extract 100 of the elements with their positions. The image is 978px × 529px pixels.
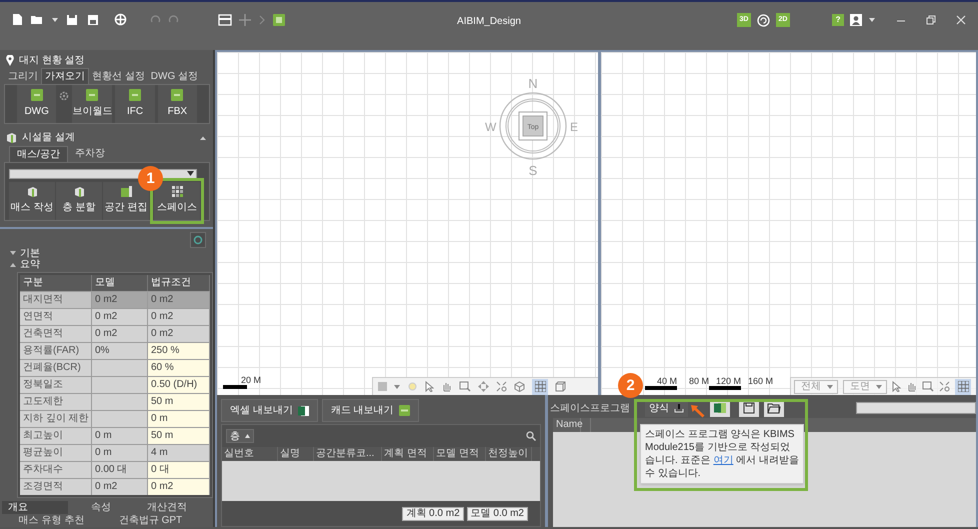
table-cell[interactable]: 0 m2	[148, 479, 210, 496]
select-icon[interactable]	[425, 381, 434, 392]
table-cell: 주차대수	[20, 462, 92, 478]
table-cell: 지하 깊이 제한	[20, 411, 92, 428]
tab[interactable]: 개요	[2, 501, 68, 514]
floor-filter[interactable]: 층	[226, 429, 254, 443]
select-icon[interactable]	[892, 381, 901, 392]
grid-icon[interactable]	[534, 381, 546, 392]
collapse-icon[interactable]	[199, 134, 207, 141]
download-link[interactable]: 여기	[713, 455, 734, 466]
table-cell[interactable]: 50 m	[148, 394, 210, 410]
location-pin-icon	[6, 54, 14, 66]
layout-icon[interactable]	[218, 14, 232, 26]
box-icon[interactable]	[555, 381, 566, 392]
scale-bar	[709, 386, 741, 390]
collapse-icon[interactable]	[10, 262, 16, 268]
tab[interactable]: 현황선 설정	[89, 68, 148, 84]
tab[interactable]: DWG 설정	[148, 68, 201, 84]
download-icon	[674, 403, 684, 413]
design-button[interactable]: 매스 작성	[9, 182, 55, 220]
scale-label: 20 M	[241, 376, 262, 385]
expand-icon[interactable]	[10, 251, 16, 256]
table-cell[interactable]: 0 대	[148, 462, 210, 478]
table-cell[interactable]: 250 %	[148, 343, 210, 360]
refresh-icon	[193, 235, 203, 246]
section-title: 시설물 설계	[22, 131, 76, 146]
open-folder-icon[interactable]	[30, 14, 44, 26]
table-cell: 0 m2	[92, 292, 148, 308]
table-cell: 0 m	[92, 428, 148, 444]
import-button[interactable]: IFC	[115, 85, 155, 124]
tab[interactable]: 건축법규 GPT	[101, 514, 200, 528]
caret-icon[interactable]	[51, 16, 59, 24]
zoom-extents-icon[interactable]	[939, 381, 950, 392]
tab[interactable]: 가져오기	[41, 68, 89, 84]
gear-icon[interactable]	[59, 91, 70, 102]
tab[interactable]: 속성	[68, 501, 134, 514]
cube-icon[interactable]	[514, 381, 525, 392]
tab[interactable]: 그리기	[5, 68, 41, 84]
tab[interactable]: 매스 유형 추천	[2, 514, 101, 528]
caret-icon	[876, 384, 882, 388]
table-cell: 최고높이	[20, 428, 92, 444]
table-cell: 4 m	[148, 445, 210, 462]
table-cell[interactable]: 0 m	[148, 411, 210, 428]
design-button[interactable]: 층 분할	[56, 182, 102, 220]
grid-icon[interactable]	[958, 381, 968, 392]
grid-settings-icon[interactable]	[114, 13, 127, 26]
import-button[interactable]: DWG	[17, 85, 56, 124]
import-button[interactable]: 브이월드	[72, 85, 112, 124]
table-cell: 0.00 대	[92, 462, 148, 478]
export-button[interactable]: 캐드 내보내기	[322, 399, 419, 422]
table-cell: 정북일조	[20, 377, 92, 394]
table-cell: 평균높이	[20, 445, 92, 462]
spreadsheet-icon	[298, 406, 309, 416]
search-icon[interactable]	[526, 431, 536, 441]
tab[interactable]: 매스/공간	[9, 146, 68, 162]
table-cell: 건폐율(BCR)	[20, 360, 92, 376]
zoom-window-icon[interactable]	[922, 381, 934, 392]
scale-label: 120 M	[716, 377, 741, 386]
move-icon[interactable]	[239, 14, 251, 26]
tab[interactable]: 주차장	[68, 146, 112, 162]
rotate-icon[interactable]	[757, 14, 770, 26]
group-label[interactable]: 기본	[20, 248, 40, 260]
ai-tool-icon[interactable]	[273, 14, 285, 26]
zoom-window-icon[interactable]	[459, 381, 471, 392]
design-button[interactable]: 스페이스	[154, 182, 200, 220]
table-cell: 용적률(FAR)	[20, 343, 92, 360]
area-total: 모델 0.0 m2	[466, 506, 528, 520]
search-field[interactable]	[856, 402, 976, 414]
folder-icon	[767, 402, 781, 414]
table-cell: 연면적	[20, 309, 92, 326]
refresh-button[interactable]	[190, 232, 206, 248]
restore-icon[interactable]	[926, 15, 936, 25]
design-button[interactable]: 공간 편집	[103, 182, 149, 220]
zoom-extents-icon[interactable]	[496, 381, 507, 392]
save-icon[interactable]	[66, 14, 78, 26]
table-cell[interactable]: 50 m	[148, 428, 210, 444]
table-cell[interactable]: 60 %	[148, 360, 210, 376]
building-icon	[6, 132, 17, 144]
close-icon[interactable]	[956, 15, 966, 25]
scale-bar	[645, 386, 677, 390]
column-header: 모델	[92, 275, 148, 292]
new-file-icon[interactable]	[12, 13, 23, 26]
table-cell: 0 m2	[92, 326, 148, 342]
compass-drawing[interactable]	[499, 92, 567, 160]
block-icon	[26, 186, 38, 198]
block-icon	[74, 186, 84, 198]
pan-arrows-icon[interactable]	[478, 381, 489, 392]
hand-icon[interactable]	[906, 381, 917, 392]
tab[interactable]: 개산견적	[134, 501, 200, 514]
table-cell[interactable]: 0.50 (D/H)	[148, 377, 210, 394]
user-icon[interactable]	[850, 14, 862, 26]
table-cell: 0 m2	[92, 479, 148, 496]
import-button[interactable]: FBX	[158, 85, 197, 124]
group-label[interactable]: 요약	[20, 259, 40, 270]
hand-icon[interactable]	[441, 381, 452, 392]
export-button[interactable]: 엑셀 내보내기	[221, 399, 318, 422]
table-cell: 0 m2	[92, 309, 148, 326]
caret-icon[interactable]	[868, 16, 876, 24]
save-as-icon[interactable]	[87, 14, 99, 26]
caret-icon[interactable]	[394, 384, 400, 388]
